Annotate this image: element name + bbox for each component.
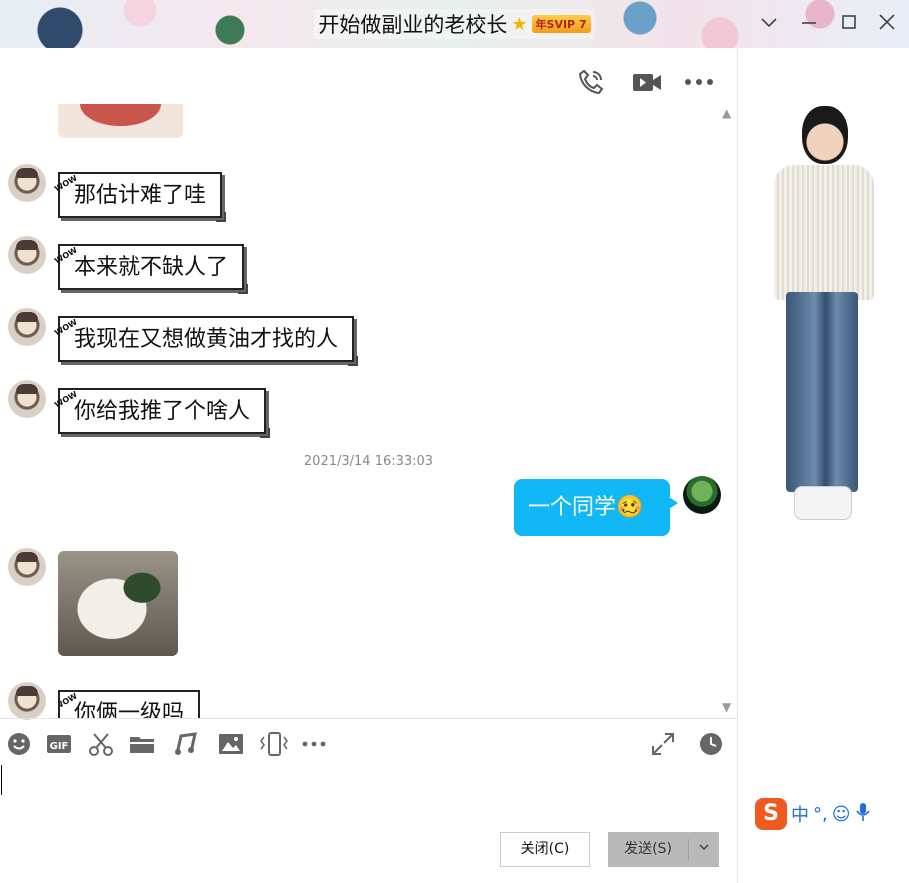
history-clock-icon[interactable] — [698, 731, 724, 757]
close-icon[interactable] — [875, 10, 899, 34]
emoji-icon[interactable]: ☺ — [832, 804, 851, 825]
gif-icon[interactable]: GIF — [46, 731, 72, 757]
my-avatar[interactable] — [683, 476, 721, 514]
message-bubble[interactable]: 你给我推了个啥人 — [58, 388, 271, 438]
dog-sticker-image[interactable] — [58, 551, 178, 656]
avatar-figure-shoes — [794, 486, 852, 520]
close-button[interactable]: 关闭(C) — [500, 832, 590, 867]
more-icon[interactable] — [683, 66, 715, 98]
video-call-icon[interactable] — [631, 66, 663, 98]
message-bubble[interactable]: 你俩一级吗 — [58, 690, 201, 718]
voice-call-icon[interactable] — [575, 66, 607, 98]
avatar-figure-jeans — [786, 292, 858, 492]
message-input[interactable] — [1, 765, 2, 795]
shake-icon[interactable] — [259, 731, 288, 757]
star-icon: ★ — [511, 13, 528, 35]
avatar[interactable] — [8, 548, 46, 586]
avatar[interactable] — [8, 682, 46, 720]
message-bubble[interactable]: 那估计难了哇 — [58, 172, 227, 222]
image-icon[interactable] — [218, 731, 244, 757]
window-title: 开始做副业的老校长 — [318, 13, 508, 37]
sticker-image[interactable] — [58, 104, 183, 138]
avatar[interactable] — [8, 380, 46, 418]
ime-toolbar: S 中 °, ☺ — [755, 796, 909, 832]
scroll-up-icon[interactable]: ▲ — [722, 106, 731, 120]
screenshot-scissors-icon[interactable] — [88, 731, 114, 757]
emoji-icon[interactable] — [6, 731, 32, 757]
ime-punctuation[interactable]: °, — [813, 804, 828, 825]
ime-mode[interactable]: 中 — [791, 801, 809, 827]
avatar[interactable] — [8, 164, 46, 202]
my-message-bubble[interactable]: 一个同学🥴 — [514, 479, 678, 536]
scroll-down-icon[interactable]: ▼ — [722, 700, 731, 714]
collapse-icon[interactable] — [757, 10, 781, 34]
emoji-icon: 🥴 — [616, 495, 644, 520]
input-toolbar: GIF — [0, 718, 737, 767]
folder-icon[interactable] — [129, 731, 155, 757]
send-label[interactable]: 发送(S) — [608, 832, 688, 867]
avatar[interactable] — [8, 308, 46, 346]
expand-icon[interactable] — [650, 731, 676, 757]
message-timestamp: 2021/3/14 16:33:03 — [303, 454, 434, 469]
vip-badge[interactable]: 年SVIP 7 — [531, 15, 591, 33]
minimize-icon[interactable] — [797, 10, 821, 34]
music-icon[interactable] — [173, 731, 199, 757]
message-bubble[interactable]: 本来就不缺人了 — [58, 244, 249, 294]
send-button[interactable]: 发送(S) — [608, 832, 719, 867]
chevron-down-icon[interactable] — [689, 832, 719, 867]
title-bar: 开始做副业的老校长 ★ 年SVIP 7 — [0, 0, 909, 48]
sogou-logo-icon[interactable]: S — [755, 798, 787, 830]
microphone-icon[interactable] — [855, 802, 871, 827]
maximize-icon[interactable] — [837, 10, 861, 34]
svg-text:GIF: GIF — [50, 741, 69, 752]
avatar[interactable] — [8, 236, 46, 274]
message-bubble[interactable]: 我现在又想做黄油才找的人 — [58, 316, 359, 366]
avatar-figure[interactable] — [774, 165, 874, 300]
more-tools-icon[interactable] — [301, 731, 327, 757]
avatar-figure-head — [802, 106, 848, 164]
